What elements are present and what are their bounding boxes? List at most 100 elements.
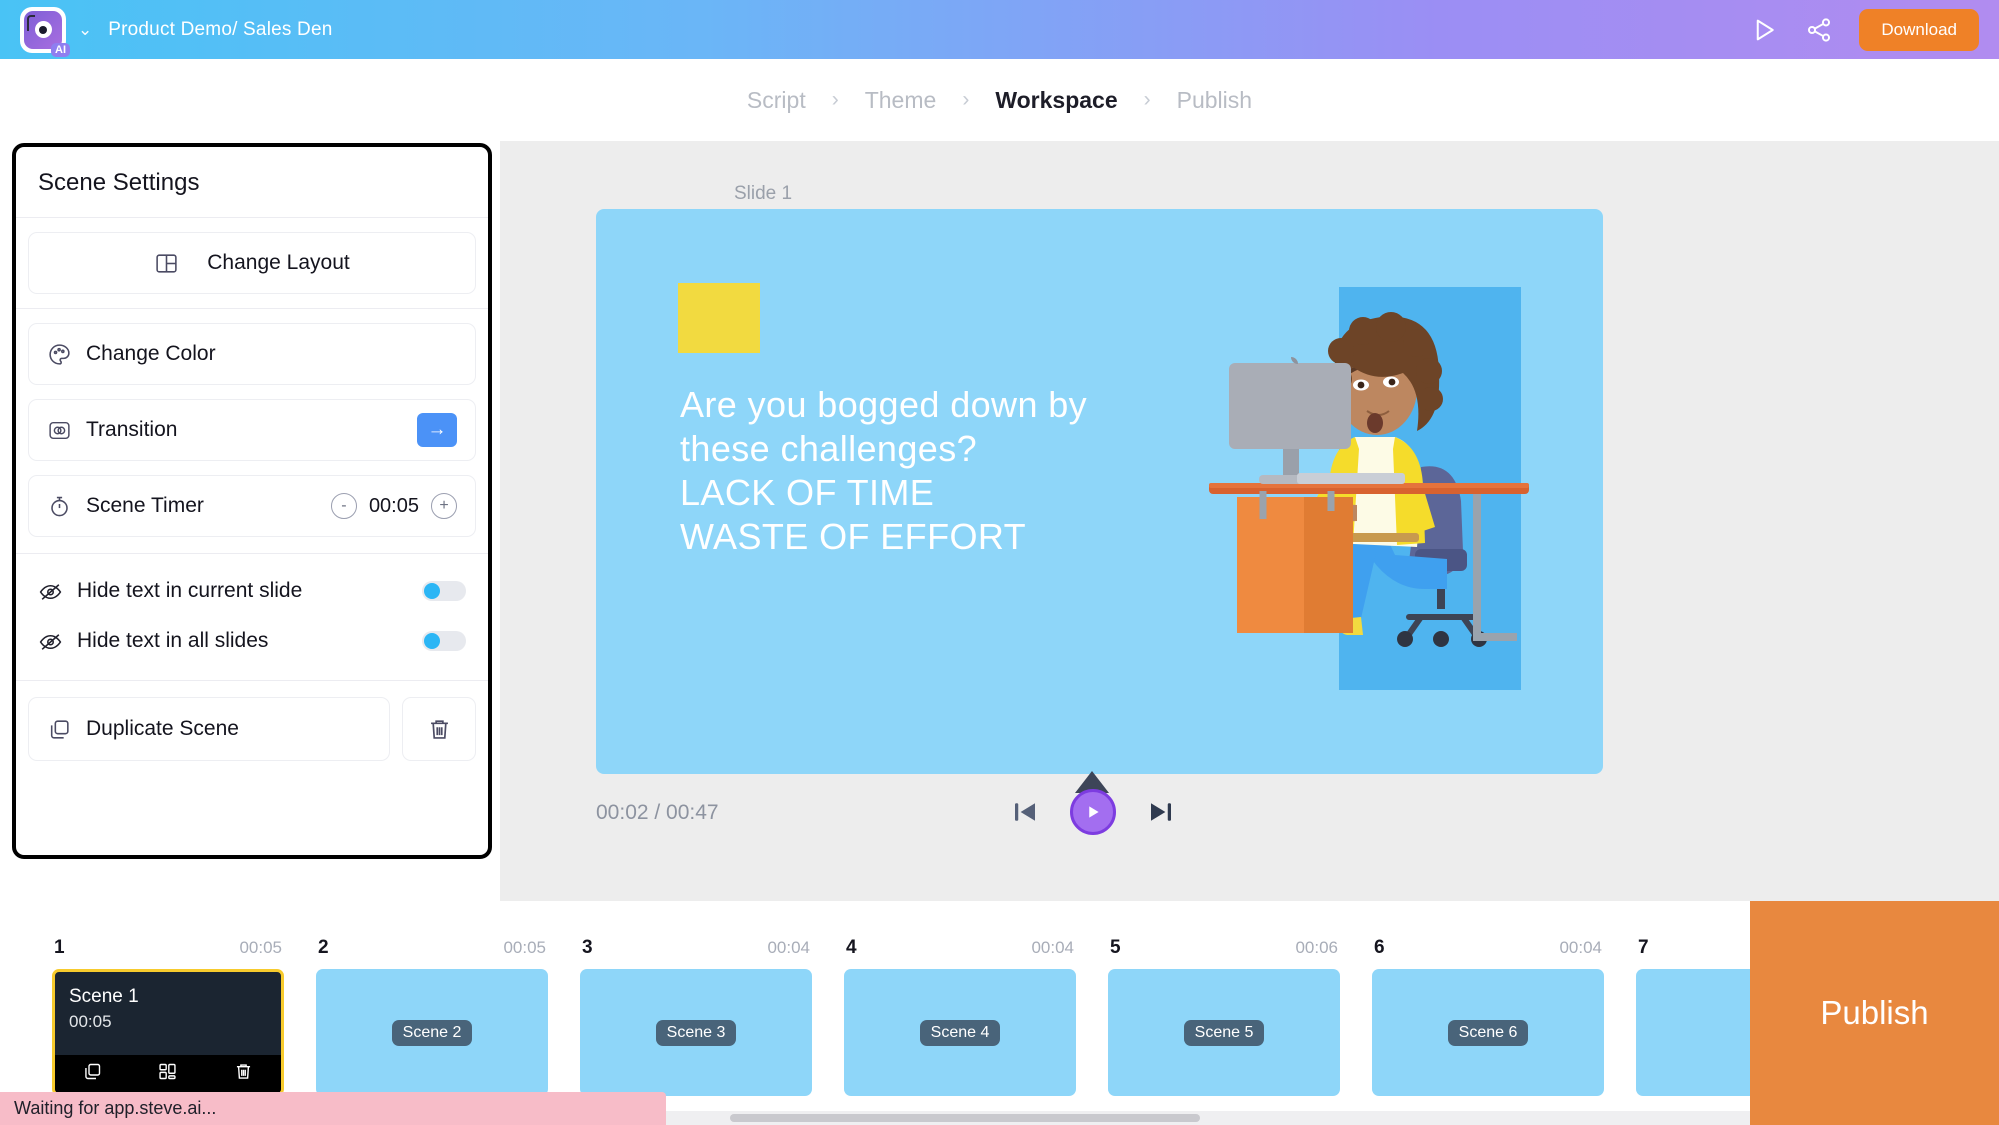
status-text: Waiting for app.steve.ai... — [14, 1098, 217, 1118]
change-layout-button[interactable]: Change Layout — [28, 232, 476, 294]
duplicate-icon — [47, 717, 72, 742]
transition-row[interactable]: Transition → — [28, 399, 476, 461]
slide-text-block[interactable]: Are you bogged down by these challenges?… — [680, 383, 1087, 559]
accent-block — [678, 283, 760, 353]
canvas-stage: Slide 1 Are you bogged down by these cha… — [500, 141, 1999, 976]
preview-play-icon[interactable] — [1749, 15, 1779, 45]
slide-text-line-2: these challenges? — [680, 427, 978, 469]
scene-header: 2 00:05 — [316, 937, 548, 959]
timer-decrease-button[interactable]: - — [330, 493, 357, 519]
scene-duration: 00:04 — [767, 938, 810, 957]
timeline-scene-5[interactable]: 5 00:06 Scene 5 — [1108, 937, 1340, 1096]
scene-name-badge: Scene 6 — [1447, 1019, 1529, 1046]
scene-duration: 00:05 — [503, 938, 546, 957]
timer-value: 00:05 — [368, 494, 419, 517]
delete-scene-button[interactable] — [402, 697, 476, 761]
camera-lens-icon — [34, 21, 52, 38]
timeline-scene-4[interactable]: 4 00:04 Scene 4 — [844, 937, 1076, 1096]
scene-number: 4 — [846, 937, 857, 958]
breadcrumb-separator: › — [962, 88, 970, 111]
breadcrumb-item-workspace[interactable]: Workspace — [995, 87, 1117, 114]
share-icon[interactable] — [1805, 16, 1833, 44]
scene-duration: 00:04 — [1031, 938, 1074, 957]
duplicate-icon[interactable] — [82, 1061, 103, 1087]
scene-thumbnail[interactable]: Scene 4 — [844, 969, 1076, 1096]
play-button[interactable] — [1070, 789, 1116, 835]
delete-icon[interactable] — [233, 1061, 254, 1087]
slide-canvas[interactable]: Are you bogged down by these challenges?… — [596, 209, 1603, 774]
breadcrumb-item-script[interactable]: Script — [747, 87, 806, 114]
duplicate-scene-button[interactable]: Duplicate Scene — [28, 697, 390, 761]
hide-text-all-toggle[interactable] — [422, 631, 466, 651]
scene-name-badge: Scene 3 — [655, 1019, 737, 1046]
breadcrumb-separator: › — [1143, 88, 1151, 111]
download-button[interactable]: Download — [1859, 8, 1979, 51]
status-bar: Waiting for app.steve.ai... — [0, 1092, 666, 1125]
playback-controls — [1010, 789, 1176, 835]
scene-thumbnail[interactable]: Scene 2 — [316, 969, 548, 1096]
top-bar-actions: Download — [1749, 8, 1979, 51]
hide-text-current-slide-row[interactable]: Hide text in current slide — [16, 566, 488, 616]
scene-thumbnail[interactable]: Scene 5 — [1108, 969, 1340, 1096]
hide-text-all-slides-row[interactable]: Hide text in all slides — [16, 616, 488, 666]
transition-label: Transition — [86, 418, 178, 441]
skip-previous-icon[interactable] — [1010, 797, 1040, 827]
divider — [16, 217, 488, 218]
scene-timer-label: Scene Timer — [86, 494, 204, 517]
panel-title: Scene Settings — [38, 169, 200, 196]
top-bar: AI ⌄ Product Demo/ Sales Den Download — [0, 0, 1999, 59]
skip-next-icon[interactable] — [1146, 797, 1176, 827]
duplicate-scene-label: Duplicate Scene — [86, 717, 239, 740]
transition-apply-button[interactable]: → — [417, 413, 457, 447]
chevron-down-icon[interactable]: ⌄ — [78, 20, 92, 40]
timeline-scene-3[interactable]: 3 00:04 Scene 3 — [580, 937, 812, 1096]
scene-header: 6 00:04 — [1372, 937, 1604, 959]
divider — [16, 553, 488, 554]
scene-header: 3 00:04 — [580, 937, 812, 959]
stopwatch-icon — [47, 494, 72, 519]
timeline-scene-2[interactable]: 2 00:05 Scene 2 — [316, 937, 548, 1096]
timeline-scene-6[interactable]: 6 00:04 Scene 6 — [1372, 937, 1604, 1096]
breadcrumb-item-theme[interactable]: Theme — [865, 87, 937, 114]
palette-icon — [47, 342, 72, 367]
scene-time: 00:05 — [69, 1012, 112, 1031]
scene-number: 2 — [318, 937, 329, 958]
transition-icon — [47, 418, 72, 443]
toggle-knob — [424, 633, 440, 649]
time-display: 00:02 / 00:47 — [596, 801, 719, 824]
scene-header: 5 00:06 — [1108, 937, 1340, 959]
breadcrumb: Script › Theme › Workspace › Publish — [0, 59, 1999, 141]
hide-text-all-label: Hide text in all slides — [77, 629, 269, 652]
publish-panel[interactable]: Publish — [1750, 901, 1999, 1125]
slide-text-line-3: LACK OF TIME — [680, 471, 935, 513]
change-color-button[interactable]: Change Color — [28, 323, 476, 385]
change-layout-label: Change Layout — [207, 251, 350, 274]
scene-thumbnail[interactable]: Scene 3 — [580, 969, 812, 1096]
timer-increase-button[interactable]: + — [431, 493, 457, 519]
timeline-scene-1[interactable]: 1 00:05 Scene 1 00:05 — [52, 937, 284, 1096]
timeline-track: 1 00:05 Scene 1 00:05 2 00:05 Scene 2 3 … — [0, 901, 1868, 1096]
breadcrumb-item-publish[interactable]: Publish — [1177, 87, 1252, 114]
eye-off-icon — [38, 579, 63, 604]
scene-timer-row[interactable]: Scene Timer - 00:05 + — [28, 475, 476, 537]
document-title[interactable]: Product Demo/ Sales Den — [108, 19, 332, 41]
toggle-knob — [424, 583, 440, 599]
app-logo[interactable]: AI — [20, 6, 70, 57]
hide-text-current-toggle[interactable] — [422, 581, 466, 601]
scene-settings-panel: Scene Settings Change Layout Change Colo… — [12, 143, 492, 859]
layout-icon[interactable] — [157, 1061, 178, 1087]
scene-name-badge: Scene 5 — [1183, 1019, 1265, 1046]
scene-thumbnail[interactable]: Scene 6 — [1372, 969, 1604, 1096]
slide-text-line-4: WASTE OF EFFORT — [680, 515, 1026, 557]
slide-illustration — [1209, 287, 1529, 690]
scene-name-badge: Scene 2 — [391, 1019, 473, 1046]
scene-name: Scene 1 — [69, 986, 139, 1007]
scene-number: 1 — [54, 937, 65, 958]
scene-duration: 00:04 — [1559, 938, 1602, 957]
scene-number: 3 — [582, 937, 593, 958]
scrollbar-thumb[interactable] — [730, 1114, 1200, 1122]
scene-thumbnail-selected[interactable]: Scene 1 00:05 — [52, 969, 284, 1096]
scene-number: 6 — [1374, 937, 1385, 958]
scene-duration: 00:05 — [239, 938, 282, 957]
scene-duration: 00:06 — [1295, 938, 1338, 957]
